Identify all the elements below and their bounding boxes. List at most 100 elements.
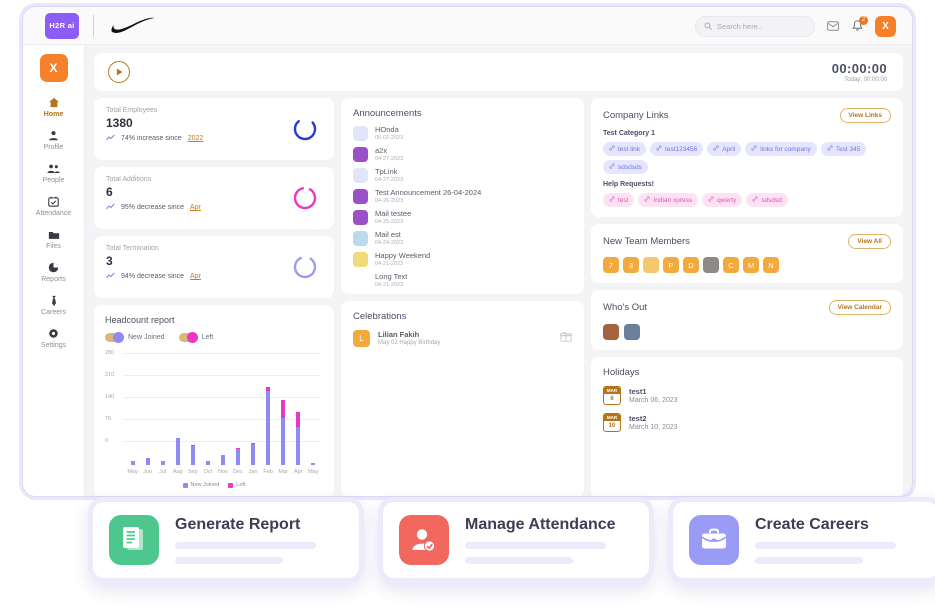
chart-bar[interactable] (251, 351, 256, 465)
chart-bar[interactable] (296, 351, 301, 465)
app-logo[interactable]: H2R ai (45, 12, 79, 39)
avatar[interactable]: 3 (623, 257, 639, 273)
avatar[interactable]: P (663, 257, 679, 273)
stat-change-text: 74% increase since (121, 135, 182, 142)
stat-period[interactable]: Apr (190, 204, 201, 211)
bell-icon[interactable]: 2 (850, 15, 868, 34)
avatar[interactable]: 7 (603, 257, 619, 273)
chart-bar[interactable] (175, 351, 180, 465)
play-circle-icon[interactable] (108, 61, 130, 83)
list-item[interactable]: TpLink 04-27-2023 (353, 167, 572, 183)
sidebar-item-home[interactable]: Home (23, 96, 84, 118)
view-all-button[interactable]: View All (848, 234, 891, 249)
sidebar-item-careers[interactable]: Careers (23, 294, 84, 316)
list-item[interactable]: Mail testee 04-25-2023 (353, 209, 572, 225)
sidebar-item-attendance[interactable]: Attendance (23, 195, 84, 217)
new-team-members-card: New Team Members View All 73 PD CMN (591, 224, 903, 283)
chart-bar[interactable] (220, 351, 225, 465)
announcement-date: 04-26-2023 (375, 198, 404, 204)
chart-bar[interactable] (266, 351, 271, 465)
chart-bar[interactable] (145, 351, 150, 465)
bar-segment-new-joined (145, 458, 150, 465)
link-chip[interactable]: qwerty (702, 193, 743, 207)
legend-toggle-left[interactable]: Left (178, 332, 213, 343)
link-chip[interactable]: sdsdsds (603, 160, 648, 174)
sidebar-item-files[interactable]: Files (23, 228, 84, 250)
list-item[interactable]: Long Text 04-21-2023 (353, 272, 572, 288)
chart-bar[interactable] (160, 351, 165, 465)
link-chip[interactable]: Test 345 (820, 142, 867, 156)
avatar[interactable]: C (723, 257, 739, 273)
link-chip[interactable]: test link (603, 142, 647, 156)
action-card-title: Create Careers (755, 516, 869, 533)
action-card-manage-attendance[interactable]: Manage Attendance (378, 497, 654, 583)
action-card-create-careers[interactable]: Create Careers (668, 497, 935, 583)
announcements-list: HOnda 05-02-2023 a2x 04-27-2023 TpLink 04-27-… (353, 125, 572, 294)
link-chip[interactable]: test (603, 193, 635, 207)
link-chip[interactable]: Indian xpress (638, 193, 699, 207)
mail-icon[interactable] (825, 19, 840, 34)
link-chip[interactable]: links for company (745, 142, 817, 156)
action-card-title: Generate Report (175, 516, 301, 533)
action-cards-row: Generate Report Manage Attendance Create… (88, 497, 935, 583)
announcement-title: HOnda (375, 125, 399, 134)
avatar[interactable] (603, 324, 619, 340)
legend-toggle-new-joined[interactable]: New Joined (105, 332, 165, 343)
user-icon (47, 129, 60, 142)
card-header: New Team Members View All (603, 234, 891, 249)
search-input[interactable]: Search here.. (695, 15, 815, 37)
stat-change: 95% decrease since Apr (106, 203, 322, 212)
list-item[interactable]: a2x 04-27-2023 (353, 146, 572, 162)
avatar[interactable]: X (875, 15, 896, 37)
sidebar-item-settings[interactable]: Settings (23, 327, 84, 349)
stat-value: 1380 (106, 116, 133, 130)
chart-bar[interactable] (130, 351, 135, 465)
column-right: Company Links View Links Test Category 1… (591, 98, 903, 496)
bar-segment-left (281, 399, 286, 418)
view-links-button[interactable]: View Links (839, 108, 891, 123)
sidebar-item-profile[interactable]: Profile (23, 129, 84, 151)
avatar[interactable]: M (743, 257, 759, 273)
avatar (353, 230, 368, 246)
list-item[interactable]: L Lilian Fakih May 02 Happy Birthday (353, 329, 573, 347)
chart-bar[interactable] (190, 351, 195, 465)
link-chip-label: sdsdsd (761, 196, 782, 204)
list-item[interactable]: HOnda 05-02-2023 (353, 125, 572, 141)
sidebar-avatar[interactable]: X (39, 54, 68, 82)
stat-card-total-employees[interactable]: Total Employees 1380 74% increase since … (94, 98, 334, 160)
timer-bar: 00:00:00 Today: 00:00:00 (94, 53, 903, 91)
list-item[interactable]: Happy Weekend 04-21-2023 (353, 251, 572, 267)
chart-bar[interactable] (205, 351, 210, 465)
x-axis-tick: Jul (159, 469, 167, 475)
view-calendar-button[interactable]: View Calendar (828, 300, 891, 315)
sidebar-item-reports[interactable]: Reports (23, 261, 84, 283)
column-middle: Announcements HOnda 05-02-2023 a2x 04-27-20… (341, 98, 584, 496)
link-chip[interactable]: sdsdsd (746, 193, 788, 207)
link-chip-label: qwerty (717, 196, 737, 204)
link-chip[interactable]: test123456 (650, 142, 704, 156)
avatar[interactable]: D (683, 257, 699, 273)
chart-bar[interactable] (311, 351, 316, 465)
chart-bar[interactable] (235, 351, 240, 465)
list-item[interactable]: Test Announcement 26-04-2024 04-26-2023 (353, 188, 572, 204)
stat-card-total-termination[interactable]: Total Termination 3 94% decrease since A… (94, 236, 334, 298)
list-item[interactable]: MAR 10 test2 March 10, 2023 (603, 413, 891, 432)
avatar[interactable] (643, 257, 659, 273)
chart-bar[interactable] (281, 351, 286, 465)
list-item[interactable]: Mail est 04-24-2023 (353, 230, 572, 246)
sidebar-item-people[interactable]: People (23, 162, 84, 184)
stat-card-total-additions[interactable]: Total Additions 6 95% decrease since Apr (94, 167, 334, 229)
avatar[interactable] (703, 257, 719, 273)
action-card-generate-report[interactable]: Generate Report (88, 497, 364, 583)
avatar[interactable]: N (763, 257, 779, 273)
list-item[interactable]: Happy Day04-20-2023 (353, 293, 572, 294)
bar-segment-new-joined (160, 461, 165, 465)
avatar[interactable] (624, 324, 640, 340)
stat-period[interactable]: Apr (190, 273, 201, 280)
link-chip[interactable]: April (707, 142, 742, 156)
toggle-icon (105, 332, 124, 343)
holiday-name: test1 (629, 387, 647, 396)
stat-period[interactable]: 2022 (188, 135, 204, 142)
list-item[interactable]: MAR 6 test1 March 06, 2023 (603, 386, 891, 405)
gift-icon[interactable] (559, 329, 573, 347)
